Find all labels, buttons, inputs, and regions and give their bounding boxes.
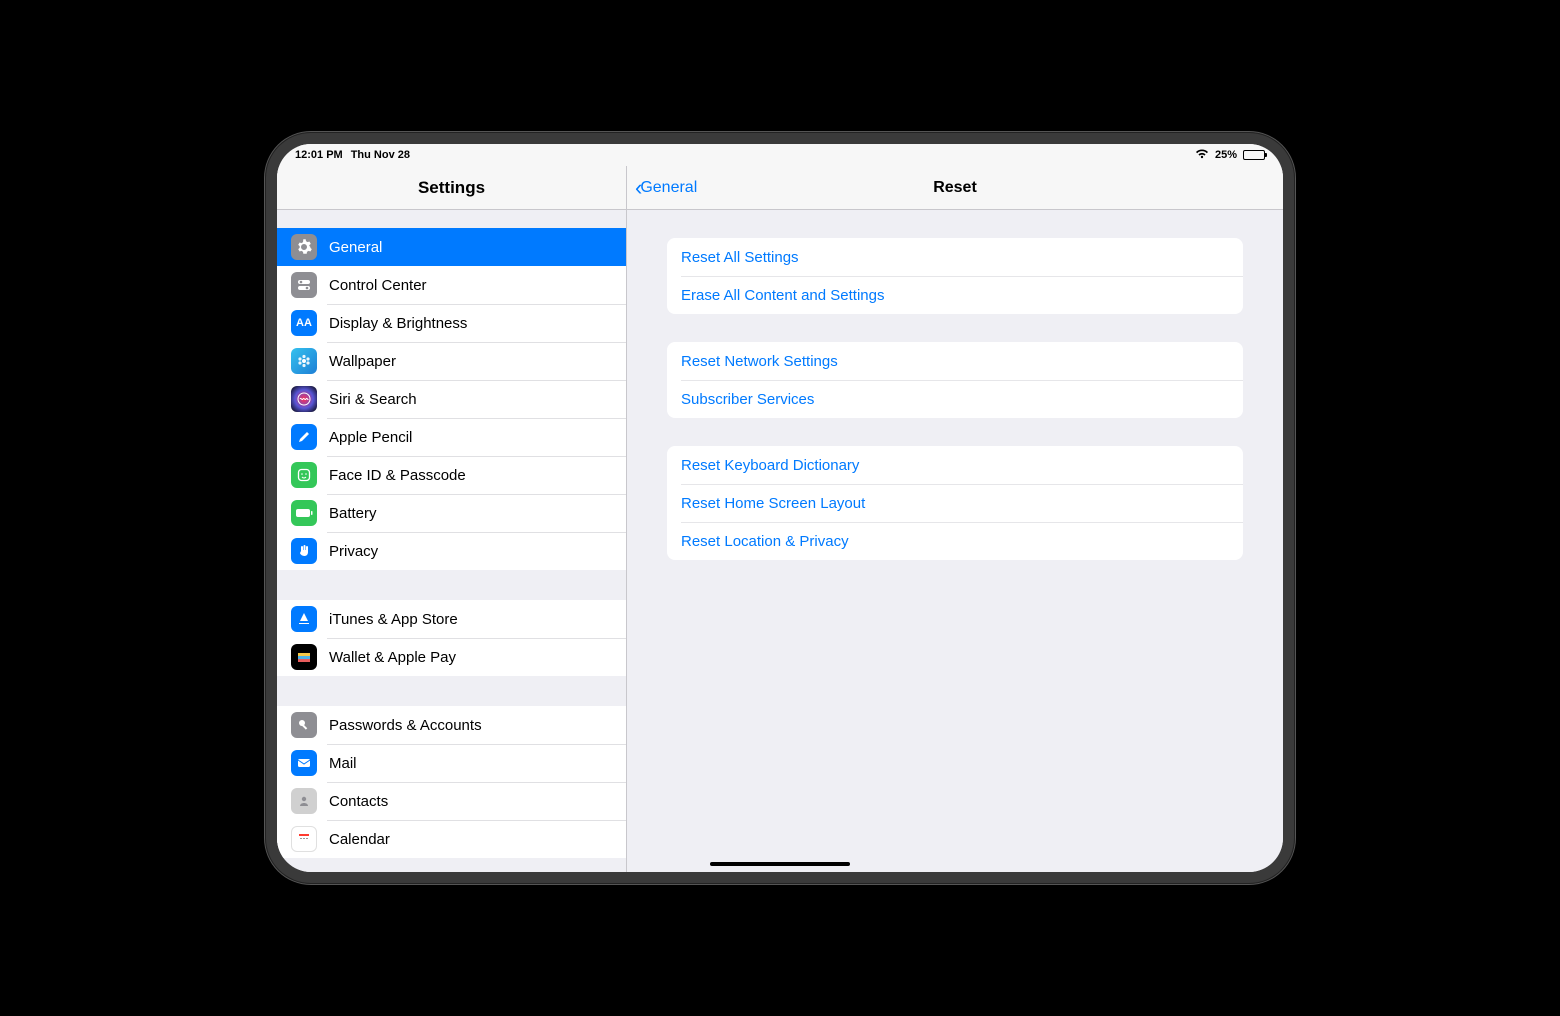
mail-icon bbox=[291, 750, 317, 776]
detail-title: Reset bbox=[933, 179, 977, 197]
siri-icon bbox=[291, 386, 317, 412]
home-indicator[interactable] bbox=[710, 862, 850, 866]
ipad-device-frame: 12:01 PM Thu Nov 28 25% Settings General… bbox=[265, 132, 1295, 884]
switches-icon bbox=[291, 272, 317, 298]
reset-group: Reset Keyboard DictionaryReset Home Scre… bbox=[667, 446, 1243, 560]
sidebar-item-label: Face ID & Passcode bbox=[329, 467, 466, 484]
detail-body[interactable]: Reset All SettingsErase All Content and … bbox=[627, 210, 1283, 616]
reset-group: Reset All SettingsErase All Content and … bbox=[667, 238, 1243, 314]
battery-percent: 25% bbox=[1215, 149, 1237, 161]
wifi-icon bbox=[1195, 148, 1209, 162]
sidebar-item-label: Siri & Search bbox=[329, 391, 417, 408]
sidebar-item-mail[interactable]: Mail bbox=[277, 744, 626, 782]
sidebar-item-label: Apple Pencil bbox=[329, 429, 412, 446]
sidebar-group: Passwords & Accounts Mail Contacts Calendar bbox=[277, 706, 626, 858]
settings-sidebar: Settings General Control Center AA Display … bbox=[277, 166, 627, 872]
flower-icon bbox=[291, 348, 317, 374]
reset-item-reset-location[interactable]: Reset Location & Privacy bbox=[667, 522, 1243, 560]
sidebar-item-label: Wallpaper bbox=[329, 353, 396, 370]
status-date: Thu Nov 28 bbox=[351, 149, 410, 161]
sidebar-item-calendar[interactable]: Calendar bbox=[277, 820, 626, 858]
status-bar: 12:01 PM Thu Nov 28 25% bbox=[277, 144, 1283, 166]
face-icon bbox=[291, 462, 317, 488]
battery-icon bbox=[291, 500, 317, 526]
split-view: Settings General Control Center AA Display … bbox=[277, 166, 1283, 872]
sidebar-item-label: General bbox=[329, 239, 382, 256]
sidebar-item-siri[interactable]: Siri & Search bbox=[277, 380, 626, 418]
sidebar-item-general[interactable]: General bbox=[277, 228, 626, 266]
pencil-icon bbox=[291, 424, 317, 450]
sidebar-item-pencil[interactable]: Apple Pencil bbox=[277, 418, 626, 456]
sidebar-item-label: Privacy bbox=[329, 543, 378, 560]
reset-item-reset-all[interactable]: Reset All Settings bbox=[667, 238, 1243, 276]
wallet-icon bbox=[291, 644, 317, 670]
sidebar-item-label: Contacts bbox=[329, 793, 388, 810]
reset-item-reset-network[interactable]: Reset Network Settings bbox=[667, 342, 1243, 380]
reset-group: Reset Network SettingsSubscriber Service… bbox=[667, 342, 1243, 418]
sidebar-item-contacts[interactable]: Contacts bbox=[277, 782, 626, 820]
sidebar-item-label: Calendar bbox=[329, 831, 390, 848]
sidebar-group: iTunes & App Store Wallet & Apple Pay bbox=[277, 600, 626, 676]
back-button-label: General bbox=[640, 179, 697, 197]
sidebar-item-control-center[interactable]: Control Center bbox=[277, 266, 626, 304]
reset-item-reset-home[interactable]: Reset Home Screen Layout bbox=[667, 484, 1243, 522]
sidebar-scroll[interactable]: General Control Center AA Display & Brightn… bbox=[277, 210, 626, 872]
sidebar-item-passwords[interactable]: Passwords & Accounts bbox=[277, 706, 626, 744]
sidebar-item-appstore[interactable]: iTunes & App Store bbox=[277, 600, 626, 638]
sidebar-item-label: iTunes & App Store bbox=[329, 611, 458, 628]
sidebar-item-label: Display & Brightness bbox=[329, 315, 467, 332]
reset-item-reset-keyboard[interactable]: Reset Keyboard Dictionary bbox=[667, 446, 1243, 484]
AA-icon: AA bbox=[291, 310, 317, 336]
reset-item-subscriber[interactable]: Subscriber Services bbox=[667, 380, 1243, 418]
key-icon bbox=[291, 712, 317, 738]
detail-header: ‹ General Reset bbox=[627, 166, 1283, 210]
sidebar-item-display[interactable]: AA Display & Brightness bbox=[277, 304, 626, 342]
sidebar-item-faceid[interactable]: Face ID & Passcode bbox=[277, 456, 626, 494]
sidebar-group: General Control Center AA Display & Brightn… bbox=[277, 228, 626, 570]
reset-item-erase-all[interactable]: Erase All Content and Settings bbox=[667, 276, 1243, 314]
gear-icon bbox=[291, 234, 317, 260]
sidebar-item-label: Battery bbox=[329, 505, 377, 522]
sidebar-item-wallpaper[interactable]: Wallpaper bbox=[277, 342, 626, 380]
sidebar-item-label: Wallet & Apple Pay bbox=[329, 649, 456, 666]
status-time: 12:01 PM bbox=[295, 149, 343, 161]
sidebar-item-battery[interactable]: Battery bbox=[277, 494, 626, 532]
screen: 12:01 PM Thu Nov 28 25% Settings General… bbox=[277, 144, 1283, 872]
contacts-icon bbox=[291, 788, 317, 814]
battery-icon bbox=[1243, 150, 1265, 160]
sidebar-item-wallet[interactable]: Wallet & Apple Pay bbox=[277, 638, 626, 676]
hand-icon bbox=[291, 538, 317, 564]
sidebar-title: Settings bbox=[277, 166, 626, 210]
detail-pane: ‹ General Reset Reset All SettingsErase … bbox=[627, 166, 1283, 872]
sidebar-item-label: Passwords & Accounts bbox=[329, 717, 482, 734]
sidebar-item-label: Control Center bbox=[329, 277, 427, 294]
sidebar-item-privacy[interactable]: Privacy bbox=[277, 532, 626, 570]
sidebar-item-label: Mail bbox=[329, 755, 357, 772]
back-button[interactable]: ‹ General bbox=[635, 177, 697, 199]
calendar-icon bbox=[291, 826, 317, 852]
appstore-icon bbox=[291, 606, 317, 632]
